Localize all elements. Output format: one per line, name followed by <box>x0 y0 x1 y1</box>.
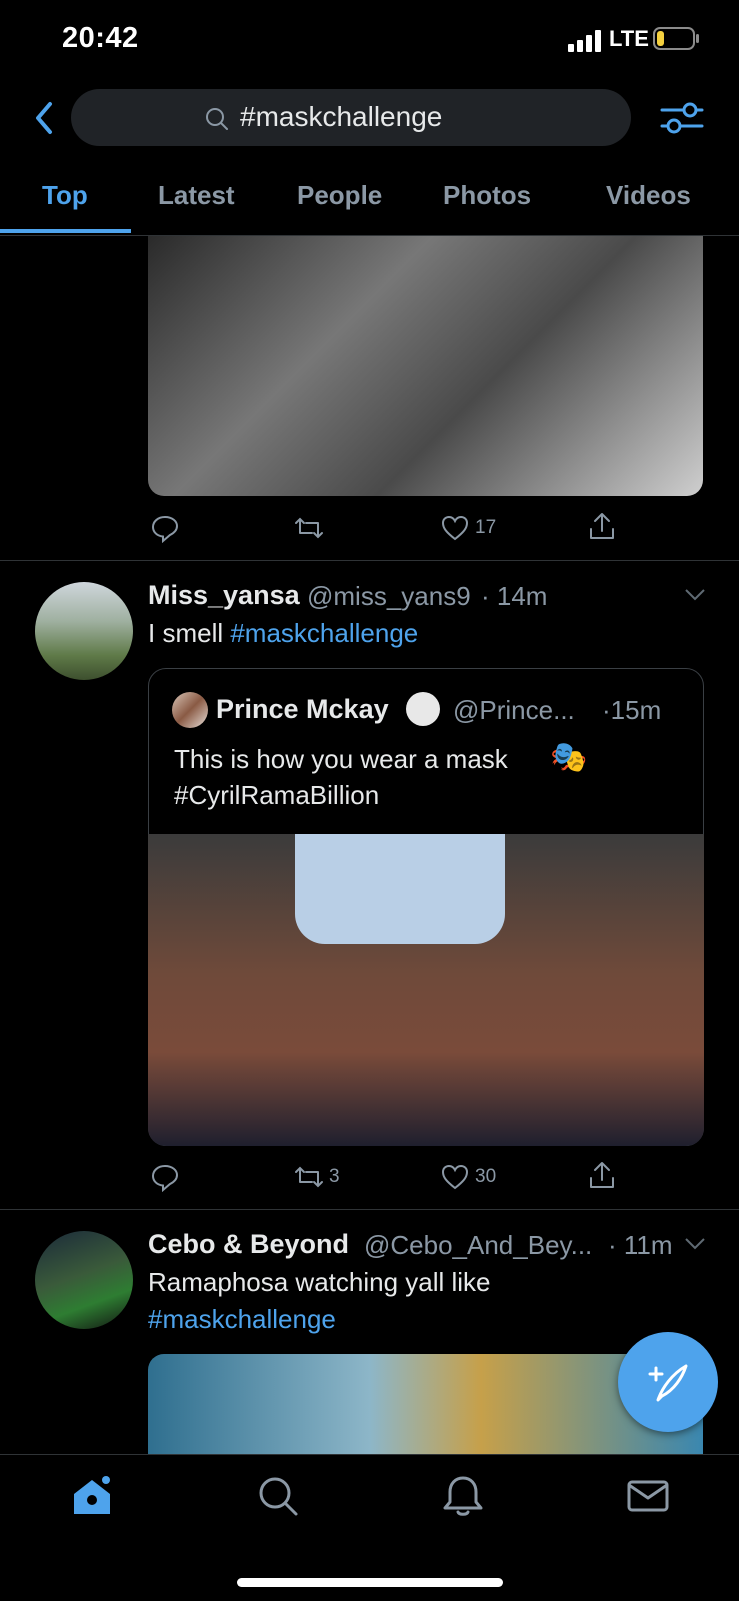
tweet-text: Ramaphosa watching yall like <box>148 1267 491 1297</box>
tab-top[interactable]: Top <box>42 180 88 211</box>
home-icon[interactable] <box>70 1474 114 1518</box>
tweet-divider <box>0 560 739 561</box>
tab-photos[interactable]: Photos <box>443 180 531 211</box>
like-count: 30 <box>475 1166 497 1187</box>
quoted-author-name: Prince Mckay <box>216 694 389 724</box>
search-icon <box>206 108 228 130</box>
reply-icon[interactable] <box>150 1162 180 1192</box>
share-icon[interactable] <box>587 511 617 541</box>
retweet-icon[interactable] <box>294 1162 324 1192</box>
like-icon[interactable] <box>440 513 470 543</box>
status-time: 20:42 <box>62 22 139 54</box>
share-icon[interactable] <box>587 1160 617 1190</box>
quoted-timestamp: ·15m <box>602 695 662 725</box>
compose-feather-icon <box>648 1364 688 1402</box>
back-button[interactable] <box>28 98 64 138</box>
tweet-text: I smell #maskchallenge <box>148 618 419 648</box>
notifications-bell-icon[interactable] <box>441 1474 485 1518</box>
quoted-hashtag: #CyrilRamaBillion <box>174 780 380 810</box>
search-filter-icon[interactable] <box>660 98 704 138</box>
tweet-media-photo[interactable] <box>148 236 703 496</box>
retweet-icon[interactable] <box>294 513 324 543</box>
like-icon[interactable] <box>440 1162 470 1192</box>
face-mask-shape <box>295 834 505 944</box>
tab-people[interactable]: People <box>297 180 382 211</box>
tweet-author-handle[interactable]: @miss_yans9 <box>307 581 471 612</box>
home-indicator <box>237 1578 503 1587</box>
tab-videos[interactable]: Videos <box>606 180 691 211</box>
tweet-divider <box>0 1209 739 1210</box>
hashtag-link[interactable]: #maskchallenge <box>230 618 418 648</box>
tweet-author-name[interactable]: Cebo & Beyond <box>148 1229 349 1260</box>
avatar[interactable] <box>35 1231 133 1329</box>
compose-tweet-button[interactable] <box>618 1332 718 1432</box>
tweet-author-name[interactable]: Miss_yansa <box>148 580 300 611</box>
quoted-author-handle: @Prince... <box>453 695 575 725</box>
quoted-text: This is how you wear a mask <box>174 744 508 774</box>
cellular-signal-icon <box>568 30 601 52</box>
battery-icon <box>653 27 699 50</box>
tweet-timestamp: · 14m <box>481 581 548 611</box>
network-type: LTE <box>609 26 649 51</box>
search-query[interactable]: #maskchallenge <box>240 101 442 133</box>
verified-badge-icon <box>406 692 440 726</box>
active-tab-indicator <box>0 229 131 233</box>
reply-icon[interactable] <box>150 513 180 543</box>
search-nav-icon[interactable] <box>256 1474 300 1518</box>
chevron-down-icon[interactable] <box>684 1237 706 1251</box>
avatar[interactable] <box>35 582 133 680</box>
messages-envelope-icon[interactable] <box>626 1474 670 1518</box>
theater-masks-icon: 🎭 <box>550 741 588 774</box>
tweet-author-handle[interactable]: @Cebo_And_Bey... <box>364 1230 592 1261</box>
retweet-count: 3 <box>329 1166 340 1187</box>
hashtag-link[interactable]: #maskchallenge <box>148 1304 336 1335</box>
quoted-avatar <box>172 692 208 728</box>
tab-latest[interactable]: Latest <box>158 180 235 211</box>
like-count: 17 <box>475 517 497 538</box>
chevron-down-icon[interactable] <box>684 588 706 602</box>
tweet-timestamp: · 11m <box>608 1230 673 1260</box>
